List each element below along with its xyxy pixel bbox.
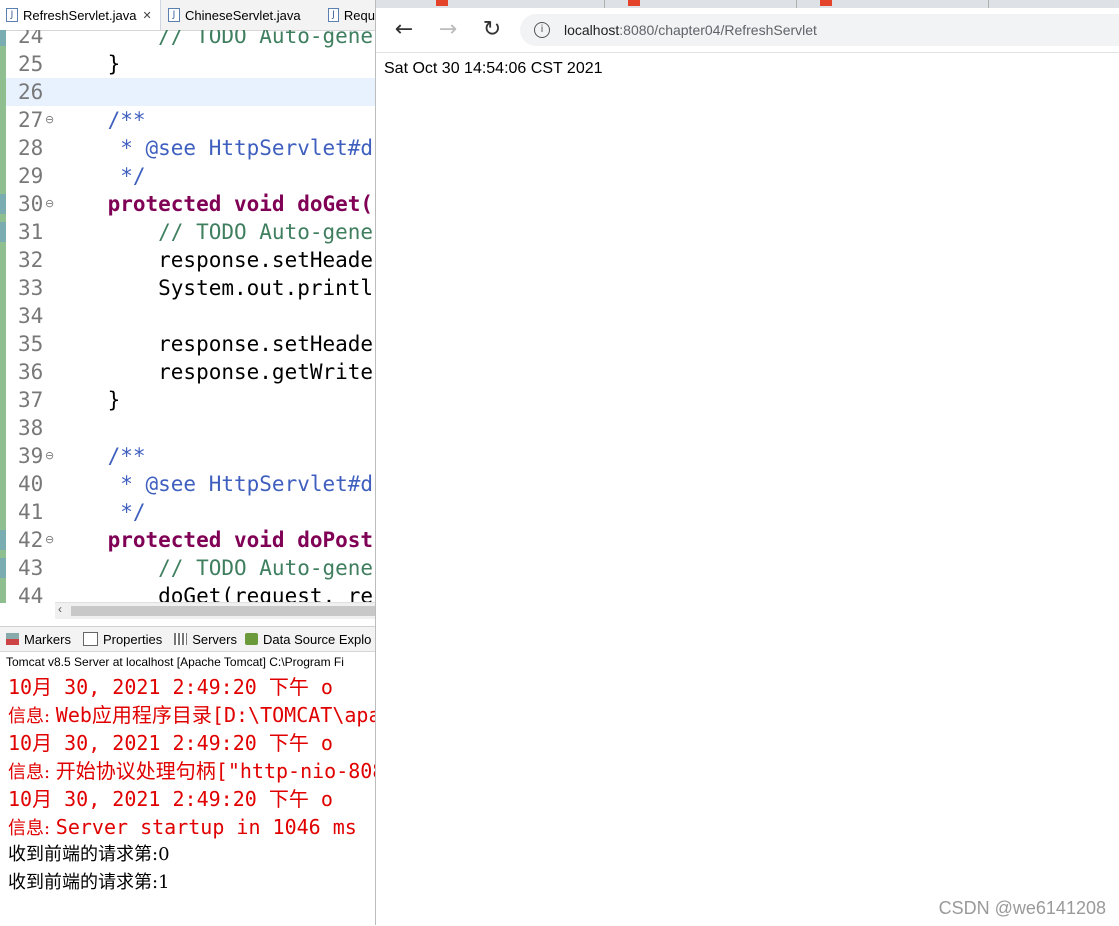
code-line: 25 } (0, 50, 375, 78)
console-line: 信息: Web应用程序目录[D:\TOMCAT\apa (8, 703, 375, 727)
console-line: 信息: 开始协议处理句柄["http-nio-808 (8, 759, 375, 783)
code-text: */ (57, 164, 146, 188)
code-line: 38 (0, 414, 375, 442)
code-text: protected void doGet( (57, 192, 374, 216)
horizontal-scrollbar[interactable]: ‹ (55, 602, 375, 619)
editor-tab-bar: J RefreshServlet.java ✕ J ChineseServlet… (0, 0, 375, 31)
forward-button[interactable]: → (434, 16, 462, 44)
code-line: 30 ⊖ protected void doGet( (0, 190, 375, 218)
url-text[interactable]: localhost:8080/chapter04/RefreshServlet (564, 22, 817, 38)
code-line: 42 ⊖ protected void doPost (0, 526, 375, 554)
tab-data-source-explorer[interactable]: Data Source Explo (245, 632, 371, 647)
back-button[interactable]: ← (390, 16, 418, 44)
address-bar[interactable]: i localhost:8080/chapter04/RefreshServle… (520, 14, 1119, 46)
console-line: 10月 30, 2021 2:49:20 下午 o (8, 731, 333, 755)
java-file-icon: J (168, 8, 180, 22)
code-line: 31 // TODO Auto-gene (0, 218, 375, 246)
fold-collapse-icon[interactable]: ⊖ (45, 442, 54, 470)
code-text: * @see HttpServlet#d (57, 472, 374, 496)
code-text: response.setHeade (57, 332, 374, 356)
tab-requ[interactable]: J Requ (322, 0, 375, 30)
console-view: Markers Properties Servers Data Source E… (0, 626, 375, 926)
tab-markers[interactable]: Markers (6, 632, 71, 647)
code-area[interactable]: 24 // TODO Auto-gene 25 } 26 27 ⊖ /** 28 … (0, 30, 375, 603)
tab-label: Requ (343, 7, 375, 23)
page-content-date: Sat Oct 30 14:54:06 CST 2021 (384, 60, 603, 77)
servers-icon (174, 633, 188, 645)
code-text: System.out.printl (57, 276, 374, 300)
code-line: 33 System.out.printl (0, 274, 375, 302)
site-info-icon[interactable]: i (534, 22, 550, 38)
code-editor[interactable]: J RefreshServlet.java ✕ J ChineseServlet… (0, 0, 375, 620)
code-text: * @see HttpServlet#d (57, 136, 374, 160)
console-line: 10月 30, 2021 2:49:20 下午 o (8, 787, 333, 811)
console-line: 信息: Server startup in 1046 ms (8, 815, 357, 839)
code-text: // TODO Auto-gene (57, 30, 374, 48)
console-process-label: Tomcat v8.5 Server at localhost [Apache … (6, 655, 344, 669)
code-line: 44 doGet(request, re (0, 582, 375, 603)
code-line: 36 response.getWrite (0, 358, 375, 386)
browser-tab[interactable] (620, 0, 797, 8)
code-line: 29 */ (0, 162, 375, 190)
tab-properties[interactable]: Properties (82, 632, 162, 647)
favicon-icon (436, 0, 448, 6)
code-line: 32 response.setHeade (0, 246, 375, 274)
fold-collapse-icon[interactable]: ⊖ (45, 190, 54, 218)
tab-chineseservlet[interactable]: J ChineseServlet.java (162, 0, 312, 30)
code-text: /** (57, 108, 146, 132)
current-code-line: 26 (0, 78, 375, 106)
scrollbar-thumb[interactable] (71, 606, 375, 616)
tab-label: RefreshServlet.java (23, 7, 137, 23)
tab-servers[interactable]: Servers (174, 632, 237, 647)
code-text: protected void doPost (57, 528, 374, 552)
code-line: 41 */ (0, 498, 375, 526)
favicon-icon (628, 0, 640, 6)
watermark: CSDN @we6141208 (938, 898, 1106, 918)
properties-icon (82, 632, 98, 646)
favicon-icon (820, 0, 832, 6)
code-text: // TODO Auto-gene (57, 220, 374, 244)
code-text: /** (57, 444, 146, 468)
code-line: 24 // TODO Auto-gene (0, 30, 375, 50)
code-line: 39 ⊖ /** (0, 442, 375, 470)
console-line: 10月 30, 2021 2:49:20 下午 o (8, 675, 333, 699)
console-tab-bar: Markers Properties Servers Data Source E… (0, 627, 375, 652)
java-file-icon: J (6, 8, 18, 22)
close-tab-icon[interactable]: ✕ (142, 9, 151, 22)
fold-collapse-icon[interactable]: ⊖ (45, 106, 54, 134)
code-text: */ (57, 500, 146, 524)
browser-tab[interactable] (428, 0, 605, 8)
console-line: 收到前端的请求第:0 (8, 844, 170, 865)
code-text: } (57, 388, 121, 412)
reload-button[interactable]: ↻ (478, 16, 506, 44)
code-text: // TODO Auto-gene (57, 556, 374, 580)
code-line: 34 (0, 302, 375, 330)
code-line: 27 ⊖ /** (0, 106, 375, 134)
java-file-icon: J (328, 8, 339, 22)
fold-collapse-icon[interactable]: ⊖ (45, 526, 54, 554)
browser-tab[interactable] (812, 0, 989, 8)
scroll-left-icon[interactable]: ‹ (58, 602, 62, 616)
tab-label: ChineseServlet.java (185, 7, 301, 23)
browser-toolbar: ← → ↻ i localhost:8080/chapter04/Refresh… (376, 8, 1119, 53)
data-source-icon (245, 633, 258, 645)
code-line: 28 * @see HttpServlet#d (0, 134, 375, 162)
code-line: 43 // TODO Auto-gene (0, 554, 375, 582)
code-line: 37 } (0, 386, 375, 414)
code-text: } (57, 52, 121, 76)
console-line: 收到前端的请求第:1 (8, 872, 170, 893)
browser-window: ← → ↻ i localhost:8080/chapter04/Refresh… (375, 0, 1119, 925)
tab-refreshservlet[interactable]: J RefreshServlet.java ✕ (0, 0, 161, 30)
markers-icon (6, 633, 19, 645)
code-text: doGet(request, re (57, 584, 374, 603)
code-text: response.setHeade (57, 248, 374, 272)
code-line: 35 response.setHeade (0, 330, 375, 358)
code-line: 40 * @see HttpServlet#d (0, 470, 375, 498)
code-text: response.getWrite (57, 360, 374, 384)
browser-tab-strip (376, 0, 1119, 8)
